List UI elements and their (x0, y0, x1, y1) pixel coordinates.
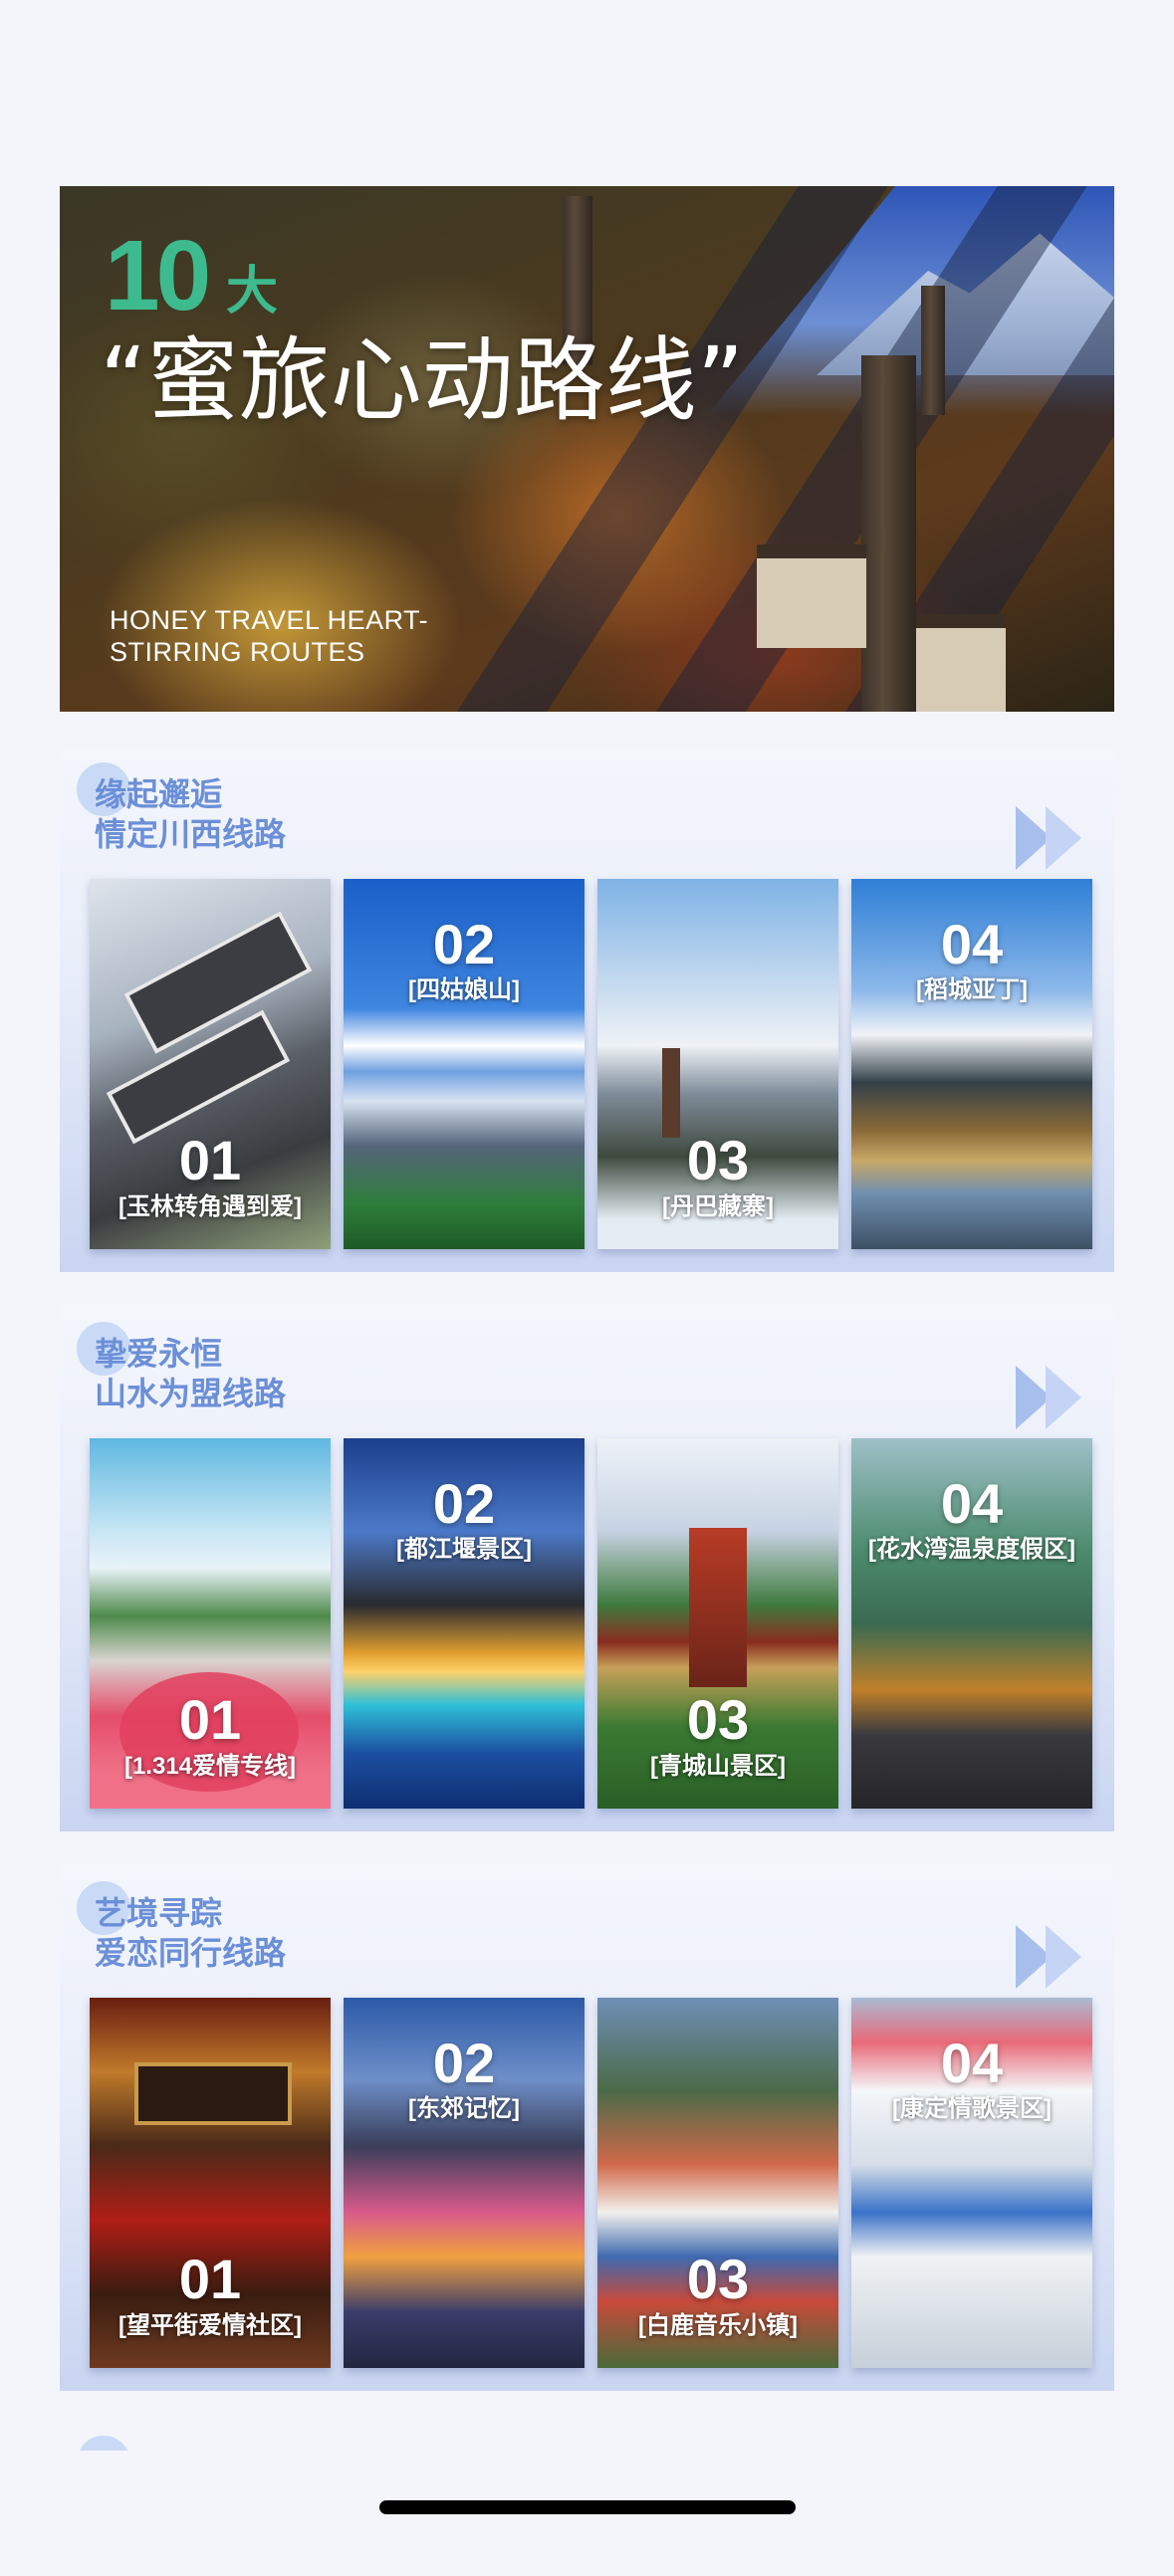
section-title-line2: 山水为盟线路 (95, 1376, 287, 1411)
hero-title: “蜜旅心动路线” (100, 327, 745, 434)
card-caption: [稻城亚丁] (916, 976, 1028, 1003)
hero-tower (861, 355, 916, 712)
section-title-line2: 情定川西线路 (95, 816, 287, 852)
pagoda (689, 1528, 747, 1687)
hero-subtitle: HONEY TRAVEL HEART-STIRRING ROUTES (110, 605, 429, 668)
section-title-line1: 挚爱永恒 (95, 1336, 223, 1372)
route-card-4[interactable]: 04 [稻城亚丁] (851, 879, 1092, 1249)
hero-tower (921, 286, 945, 415)
route-card-2[interactable]: 02 [四姑娘山] (344, 879, 585, 1249)
card-number: 03 (686, 1688, 750, 1751)
card-caption: [康定情歌景区] (892, 2095, 1052, 2122)
hero-house (916, 614, 1006, 712)
card-number: 01 (178, 1129, 242, 1191)
card-caption: [玉林转角遇到爱] (118, 1193, 302, 1220)
route-section-2: 挚爱永恒 山水为盟线路 01 [1.314爱情专线] 02 [都江堰景区] 03… (60, 1306, 1114, 1831)
card-number: 04 (940, 1472, 1004, 1535)
section-title-line1: 艺境寻踪 (95, 1895, 223, 1931)
section-title: 挚爱永恒 山水为盟线路 (95, 1334, 286, 1413)
shop-signboard (134, 2062, 292, 2125)
card-number: 01 (178, 2248, 242, 2310)
watchtower (662, 1048, 680, 1138)
card-caption: [1.314爱情专线] (123, 1753, 297, 1780)
card-number: 02 (432, 2032, 496, 2094)
card-caption: [望平街爱情社区] (118, 2312, 302, 2339)
section-title: 缘起邂逅 情定川西线路 (95, 774, 286, 854)
card-number: 03 (686, 1129, 750, 1191)
route-card-3[interactable]: 03 [青城山景区] (597, 1438, 838, 1809)
route-card-1[interactable]: 01 [1.314爱情专线] (90, 1438, 331, 1809)
card-caption: [东郊记忆] (408, 2095, 520, 2122)
hero-number-suffix: 大 (226, 263, 279, 321)
card-number: 02 (432, 913, 496, 975)
route-card-1[interactable]: 01 [望平街爱情社区] (90, 1998, 331, 2368)
route-card-3[interactable]: 03 [白鹿音乐小镇] (597, 1998, 838, 2368)
card-caption: [青城山景区] (650, 1753, 786, 1780)
card-caption: [四姑娘山] (408, 976, 520, 1003)
home-indicator[interactable] (379, 2500, 796, 2514)
route-card-2[interactable]: 02 [东郊记忆] (344, 1998, 585, 2368)
card-caption: [白鹿音乐小镇] (638, 2312, 798, 2339)
route-card-2[interactable]: 02 [都江堰景区] (344, 1438, 585, 1809)
route-section-3: 艺境寻踪 爱恋同行线路 01 [望平街爱情社区] 02 [东郊记忆] 03 [白… (60, 1865, 1114, 2391)
section-title-line1: 缘起邂逅 (95, 776, 223, 812)
hero-number: 10 (105, 220, 211, 331)
hero-house (757, 544, 866, 648)
card-number: 04 (940, 913, 1004, 975)
card-number: 02 (432, 1472, 496, 1535)
section-title: 艺境寻踪 爱恋同行线路 (95, 1893, 286, 1973)
route-card-4[interactable]: 04 [康定情歌景区] (851, 1998, 1092, 2368)
chevron-right-icon (1046, 1925, 1081, 1989)
route-card-4[interactable]: 04 [花水湾温泉度假区] (851, 1438, 1092, 1809)
card-number: 04 (940, 2032, 1004, 2094)
card-number: 01 (178, 1688, 242, 1751)
card-caption: [花水湾温泉度假区] (868, 1536, 1075, 1563)
chevron-right-icon (1046, 806, 1081, 870)
section-title-line2: 爱恋同行线路 (95, 1935, 287, 1971)
route-section-1: 缘起邂逅 情定川西线路 01 [玉林转角遇到爱] 02 [四姑娘山] 03 [丹… (60, 747, 1114, 1272)
route-card-1[interactable]: 01 [玉林转角遇到爱] (90, 879, 331, 1249)
card-caption: [丹巴藏寨] (662, 1193, 774, 1220)
chevron-right-icon (1046, 1366, 1081, 1429)
route-card-3[interactable]: 03 [丹巴藏寨] (597, 879, 838, 1249)
hero-banner: 10 大 “蜜旅心动路线” HONEY TRAVEL HEART-STIRRIN… (60, 186, 1114, 712)
card-caption: [都江堰景区] (396, 1536, 532, 1563)
card-number: 03 (686, 2248, 750, 2310)
